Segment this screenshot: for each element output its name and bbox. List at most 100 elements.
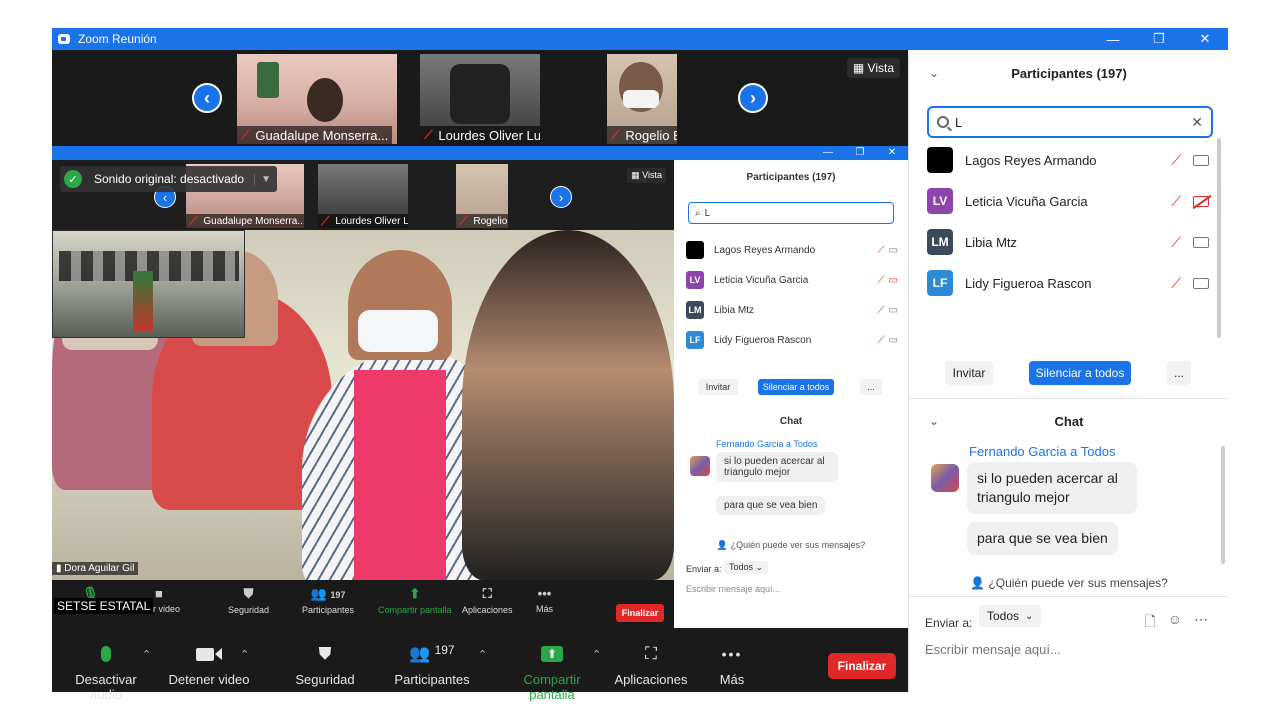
participant-silhouette	[462, 230, 674, 580]
avatar	[690, 456, 710, 476]
file-icon[interactable]: 🗋	[1144, 611, 1155, 635]
christmas-tree-graphic	[133, 271, 153, 331]
chat-scrollbar[interactable]	[1221, 446, 1225, 564]
end-meeting-button[interactable]: Finalizar	[828, 653, 896, 679]
mute-audio-button[interactable]: Desactivar audio	[62, 644, 150, 702]
decoration-graphic	[257, 62, 279, 98]
video-camera-icon: ▭	[888, 304, 898, 316]
minimize-button[interactable]: —	[1090, 28, 1136, 50]
mic-muted-icon: ⟋	[459, 213, 468, 228]
chevron-up-icon[interactable]: ⌃	[478, 648, 487, 661]
mic-muted-icon: ⟋	[877, 304, 885, 316]
apps-icon: ⛶	[482, 586, 492, 601]
participant-name: Guadalupe Monserra...	[255, 127, 389, 143]
chevron-down-icon: ⌄	[1025, 610, 1034, 622]
chevron-up-icon[interactable]: ⌃	[240, 648, 249, 661]
original-sound-label: Sonido original: desactivado	[94, 172, 245, 186]
video-off-icon	[1193, 195, 1209, 207]
close-button[interactable]: ✕	[1182, 28, 1228, 50]
shared-window-controls: — ❐ ✕	[823, 147, 897, 158]
participant-label: ⟋ Lourdes Oliver Lucas	[420, 126, 540, 144]
title-bar: Zoom Reunión — ❐ ✕	[52, 28, 1228, 50]
person-lock-icon: 👤	[970, 576, 986, 590]
chevron-up-icon[interactable]: ⌃	[142, 648, 151, 661]
mic-muted-icon: ⟋	[877, 244, 885, 256]
zoom-logo-icon	[58, 34, 70, 44]
stop-video-button[interactable]: Detener video	[168, 644, 250, 687]
shared-participant-row: LM Libia Mtz ⟋ ▭	[686, 300, 898, 320]
more-button[interactable]: ••• Más	[712, 644, 752, 687]
chat-message-input[interactable]	[925, 642, 1213, 657]
video-area: ‹ ⟋ Guadalupe Monserra... ⟋ Lourdes Oliv…	[52, 50, 908, 628]
invite-button[interactable]: Invitar	[945, 361, 993, 385]
shield-icon: ⛊	[318, 644, 332, 663]
mic-muted-icon: ⟋	[321, 213, 330, 228]
shared-recipient-select: Todos ⌄	[724, 561, 769, 574]
share-screen-button[interactable]: ⬆ Compartir pantalla	[500, 644, 604, 702]
emoji-icon[interactable]: ☺	[1168, 611, 1182, 635]
video-camera-icon	[1193, 236, 1209, 248]
participant-name: Lidy Figueroa Rascon	[965, 275, 1092, 291]
participants-chat-panel: ⌄ Participantes (197) ✕ Lagos Reyes Arma…	[908, 50, 1229, 692]
chevron-up-icon[interactable]: ⌃	[592, 648, 601, 661]
shared-window-titlebar: — ❐ ✕	[52, 146, 908, 160]
more-options-button[interactable]: ...	[1167, 361, 1191, 385]
shared-send-to-label: Enviar a:	[686, 564, 722, 574]
mic-muted-icon: ⟋	[1171, 151, 1181, 168]
signal-bars-icon: ▮	[56, 563, 62, 574]
video-camera-icon: ■	[155, 586, 163, 601]
mic-muted-icon: ⟋	[189, 213, 198, 228]
shared-participant-row: Lagos Reyes Armando ⟋ ▭	[686, 240, 898, 260]
shared-apps-button: ⛶ Aplicaciones	[462, 586, 513, 615]
participant-thumb[interactable]: ⟋ Rogelio Estrada	[607, 54, 677, 144]
view-button[interactable]: ▦ Vista	[846, 58, 900, 78]
shared-participants-button: 👥 197 Participantes	[302, 586, 355, 615]
mic-muted-icon: ⟋	[241, 127, 250, 142]
avatar: LM	[686, 301, 704, 319]
original-sound-indicator[interactable]: ✓ Sonido original: desactivado ▼	[60, 166, 278, 192]
shared-chat-sender: Fernando Garcia a Todos	[716, 439, 818, 449]
active-speaker-video	[52, 230, 674, 580]
clear-icon[interactable]: ✕	[1191, 114, 1203, 131]
more-icon[interactable]: ⋯	[1194, 611, 1208, 635]
video-camera-icon	[1193, 277, 1209, 289]
grid-icon: ▦	[852, 61, 865, 75]
participant-search-field[interactable]: ✕	[927, 106, 1213, 138]
filmstrip: ‹ ⟋ Guadalupe Monserra... ⟋ Lourdes Oliv…	[52, 50, 908, 146]
participant-name: Rogelio Estrada	[625, 127, 677, 143]
overlay-caption: SETSE ESTATAL	[54, 598, 154, 614]
mic-muted-icon: ⟋	[611, 127, 620, 142]
apps-button[interactable]: ⛶ Aplicaciones	[614, 644, 688, 687]
participant-row[interactable]: Lagos Reyes Armando ⟋	[927, 146, 1209, 174]
shared-next-button[interactable]: ›	[550, 186, 572, 208]
divider	[909, 398, 1229, 399]
mute-all-button[interactable]: Silenciar a todos	[1029, 361, 1131, 385]
filmstrip-prev-button[interactable]: ‹	[192, 83, 222, 113]
shared-panel-title: Participantes (197)	[746, 172, 836, 183]
avatar: LV	[927, 188, 953, 214]
shared-message-placeholder: Escribir mensaje aquí...	[686, 584, 781, 594]
search-input[interactable]	[955, 114, 1192, 130]
avatar	[686, 241, 704, 259]
security-button[interactable]: ⛊ Seguridad	[292, 644, 358, 687]
face-mask-graphic	[358, 310, 438, 352]
participant-row[interactable]: LF Lidy Figueroa Rascon ⟋	[927, 269, 1209, 297]
participant-row[interactable]: LV Leticia Vicuña Garcia ⟋	[927, 187, 1209, 215]
chat-sender: Fernando Garcia a Todos	[969, 444, 1116, 459]
filmstrip-next-button[interactable]: ›	[738, 83, 768, 113]
participant-thumb[interactable]: ⟋ Guadalupe Monserra...	[237, 54, 397, 144]
recipient-select[interactable]: Todos ⌄	[979, 605, 1042, 627]
participants-button[interactable]: 👥 197 Participantes	[392, 643, 472, 687]
who-can-see-link[interactable]: 👤 ¿Quién puede ver sus mensajes?	[909, 576, 1229, 590]
participant-row[interactable]: LM Libia Mtz ⟋	[927, 228, 1209, 256]
shared-screen: — ❐ ✕ ‹ ⟋ Guadalupe Monserra... ⟋ Lourdes Ol…	[52, 146, 908, 628]
shared-thumb-label: ⟋Rogelio Estrada	[456, 214, 508, 228]
participant-thumb[interactable]: ⟋ Lourdes Oliver Lucas	[420, 54, 540, 144]
participant-silhouette	[450, 64, 510, 124]
restore-button[interactable]: ❐	[1136, 28, 1182, 50]
grid-icon: ▦	[631, 170, 640, 180]
more-icon: •••	[721, 646, 743, 662]
avatar: LF	[686, 331, 704, 349]
participants-scrollbar[interactable]	[1217, 138, 1221, 338]
person-lock-icon: 👤	[716, 540, 729, 550]
